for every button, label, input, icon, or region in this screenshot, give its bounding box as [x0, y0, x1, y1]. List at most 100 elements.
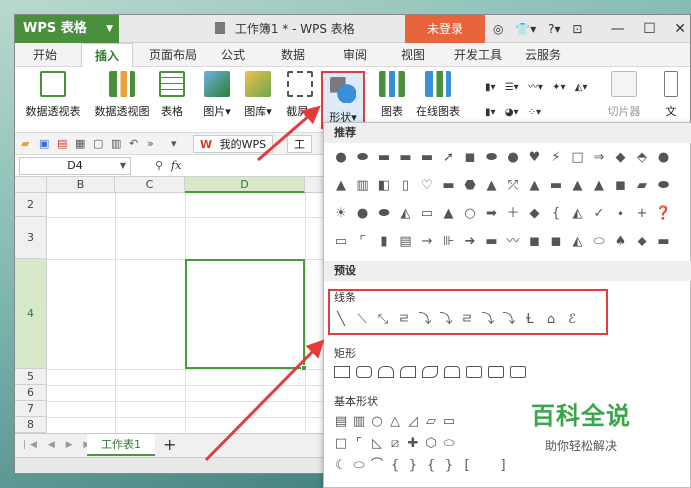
- recommend-shape-icon[interactable]: ⬩: [612, 205, 630, 223]
- line-shape-icon[interactable]: ⤵: [479, 311, 497, 329]
- basic-shape-icon[interactable]: [: [458, 457, 476, 475]
- screenshot-button[interactable]: 截屏▾: [283, 71, 317, 119]
- tab-page-layout[interactable]: 页面布局: [141, 43, 205, 67]
- recommend-shape-icon[interactable]: ◭: [569, 233, 587, 251]
- more-icon[interactable]: »: [147, 133, 154, 155]
- recommend-shape-icon[interactable]: ⬭: [590, 233, 608, 251]
- column-chart-icon[interactable]: ▮▾: [485, 75, 496, 100]
- line-chart-icon[interactable]: 〰▾: [528, 75, 543, 100]
- recommend-shape-icon[interactable]: ▬: [440, 177, 458, 195]
- recommend-shape-icon[interactable]: ♡: [418, 177, 436, 195]
- row-header-3[interactable]: 3: [15, 217, 47, 259]
- recommend-shape-icon[interactable]: ◼: [547, 233, 565, 251]
- basic-shape-icon[interactable]: }: [404, 457, 422, 475]
- row-header-5[interactable]: 5: [15, 369, 47, 385]
- recommend-shape-icon[interactable]: ⬥: [633, 233, 651, 251]
- zoom-icon[interactable]: ⚲: [155, 155, 163, 177]
- recommend-shape-icon[interactable]: ◭: [569, 205, 587, 223]
- shirt-icon[interactable]: 👕▾: [515, 22, 536, 36]
- basic-shape-icon[interactable]: ▱: [422, 413, 440, 431]
- recommend-shape-icon[interactable]: ▭: [332, 233, 350, 251]
- snip-rect-2-shape-icon[interactable]: [400, 366, 416, 378]
- row-header-6[interactable]: 6: [15, 385, 47, 401]
- tab-review[interactable]: 审阅: [333, 43, 377, 67]
- row-header-7[interactable]: 7: [15, 401, 47, 417]
- recommend-shape-icon[interactable]: ⬬: [354, 149, 372, 167]
- recommend-shape-icon[interactable]: ▬: [547, 177, 565, 195]
- basic-shape-icon[interactable]: ✚: [404, 435, 422, 453]
- recommend-shape-icon[interactable]: ⚡: [547, 149, 565, 167]
- basic-shape-icon[interactable]: }: [440, 457, 458, 475]
- bar-chart-icon[interactable]: ☰▾: [505, 75, 519, 100]
- line-shape-icon[interactable]: Ɫ: [521, 311, 539, 329]
- line-shape-icon[interactable]: ╲: [332, 311, 350, 329]
- recommend-shape-icon[interactable]: ◧: [375, 177, 393, 195]
- tab-home[interactable]: 开始: [21, 43, 69, 67]
- basic-shape-icon[interactable]: ⧄: [386, 435, 404, 453]
- basic-shape-icon[interactable]: ⌒: [368, 457, 386, 475]
- recommend-shape-icon[interactable]: □: [569, 149, 587, 167]
- recommend-shape-icon[interactable]: ❓: [655, 205, 673, 223]
- rect-shape-icon[interactable]: [334, 366, 350, 378]
- maximize-icon[interactable]: ☐: [643, 21, 656, 37]
- recommend-shape-icon[interactable]: ⊪: [440, 233, 458, 251]
- recommend-shape-icon[interactable]: ▭: [418, 205, 436, 223]
- recommend-shape-icon[interactable]: ✓: [590, 205, 608, 223]
- recommend-shape-icon[interactable]: ▲: [440, 205, 458, 223]
- recommend-shape-icon[interactable]: ○: [461, 205, 479, 223]
- recommend-shape-icon[interactable]: ☀: [332, 205, 350, 223]
- my-wps-tab[interactable]: W 我的WPS: [193, 135, 274, 153]
- rect-2-shape-icon[interactable]: [466, 366, 482, 378]
- recommend-shape-icon[interactable]: ▬: [418, 149, 436, 167]
- basic-shape-icon[interactable]: ○: [368, 413, 386, 431]
- recommend-shape-icon[interactable]: {: [547, 205, 565, 223]
- shapes-button[interactable]: 形状▾: [321, 71, 365, 129]
- line-shape-icon[interactable]: ㄹ: [458, 311, 476, 329]
- tab-data[interactable]: 数据: [271, 43, 315, 67]
- basic-shape-icon[interactable]: ◺: [368, 435, 386, 453]
- recommend-shape-icon[interactable]: ▥: [354, 177, 372, 195]
- line-shape-icon[interactable]: ⤵: [500, 311, 518, 329]
- sheet-grid[interactable]: B C D 2 3 4 5 6 7 8: [15, 177, 325, 433]
- table-button[interactable]: 表格: [157, 71, 187, 119]
- basic-shape-icon[interactable]: □: [332, 435, 350, 453]
- tab-view[interactable]: 视图: [391, 43, 435, 67]
- text-box-button[interactable]: 文: [661, 71, 681, 119]
- recommend-shape-icon[interactable]: ▰: [633, 177, 651, 195]
- row-header-8[interactable]: 8: [15, 417, 47, 433]
- column-header-b[interactable]: B: [47, 177, 115, 193]
- line-shape-icon[interactable]: ℰ: [563, 311, 581, 329]
- sheet-tab-1[interactable]: 工作表1: [87, 434, 155, 456]
- round-top-rect-shape-icon[interactable]: [444, 366, 460, 378]
- open-folder-icon[interactable]: ▰: [21, 133, 29, 155]
- recommend-shape-icon[interactable]: ◼: [461, 149, 479, 167]
- pivot-table-button[interactable]: 数据透视表: [23, 71, 83, 119]
- basic-shape-icon[interactable]: ◿: [404, 413, 422, 431]
- online-chart-button[interactable]: 在线图表: [413, 71, 463, 119]
- tab-insert[interactable]: 插入: [81, 43, 133, 67]
- snip-rect-shape-icon[interactable]: [378, 366, 394, 378]
- recommend-shape-icon[interactable]: ▤: [397, 233, 415, 251]
- stock-chart-icon[interactable]: ✦▾: [552, 75, 565, 100]
- line-shape-icon[interactable]: ⟍: [353, 311, 371, 329]
- login-button[interactable]: 未登录: [405, 15, 485, 43]
- tab-formulas[interactable]: 公式: [211, 43, 255, 67]
- recommend-shape-icon[interactable]: ♠: [612, 233, 630, 251]
- slicer-button[interactable]: 切片器: [605, 71, 643, 119]
- recommend-shape-icon[interactable]: ➚: [440, 149, 458, 167]
- recommend-shape-icon[interactable]: ▲: [590, 177, 608, 195]
- row-header-2[interactable]: 2: [15, 193, 47, 217]
- selected-cell-d4[interactable]: [185, 259, 307, 371]
- column-header-e[interactable]: [305, 177, 325, 193]
- recommend-shape-icon[interactable]: ▬: [397, 149, 415, 167]
- customize-icon[interactable]: ▾: [171, 133, 177, 155]
- tab-cloud[interactable]: 云服务: [515, 43, 571, 67]
- basic-shape-icon[interactable]: ☾: [332, 457, 350, 475]
- recommend-shape-icon[interactable]: ⇒: [590, 149, 608, 167]
- wps-app-menu-button[interactable]: WPS 表格 ▼: [15, 15, 119, 43]
- basic-shape-icon[interactable]: ▤: [332, 413, 350, 431]
- line-shape-icon[interactable]: ⌂: [542, 311, 560, 329]
- basic-shape-icon[interactable]: ⌜: [350, 435, 368, 453]
- basic-shape-icon[interactable]: {: [422, 457, 440, 475]
- recommend-shape-icon[interactable]: ▲: [332, 177, 350, 195]
